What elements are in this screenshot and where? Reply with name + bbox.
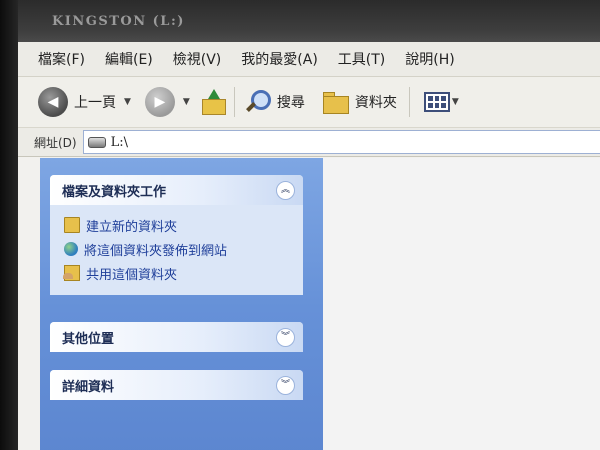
views-button[interactable]: ▼ <box>423 92 459 112</box>
explorer-window: KINGSTON (L:) 檔案(F) 編輯(E) 檢視(V) 我的最愛(A) … <box>18 0 600 450</box>
menu-file[interactable]: 檔案(F) <box>38 49 85 69</box>
menu-edit[interactable]: 編輯(E) <box>105 49 153 69</box>
details-title: 詳細資料 <box>62 379 115 395</box>
menu-view[interactable]: 檢視(V) <box>173 49 222 69</box>
details-panel: 詳細資料 ︾ <box>50 370 303 400</box>
back-button[interactable]: ◀ 上一頁 <box>38 87 116 117</box>
address-bar: 網址(D) L:\ <box>18 128 600 157</box>
menu-bar: 檔案(F) 編輯(E) 檢視(V) 我的最愛(A) 工具(T) 說明(H) <box>18 42 600 77</box>
expand-icon[interactable]: ︾ <box>276 327 295 347</box>
other-places-header[interactable]: 其他位置 ︾ <box>50 322 303 352</box>
toolbar-separator <box>233 87 235 117</box>
task-publish-web-label: 將這個資料夾發佈到網站 <box>84 243 228 259</box>
title-bar[interactable]: KINGSTON (L:) <box>18 0 600 42</box>
views-dropdown-icon: ▼ <box>451 97 459 107</box>
forward-dropdown-icon[interactable]: ▼ <box>183 97 190 107</box>
monitor-bezel <box>0 0 18 450</box>
file-folder-tasks-body: 建立新的資料夾 將這個資料夾發佈到網站 共用這個資料夾 <box>50 205 303 295</box>
file-folder-tasks-header[interactable]: 檔案及資料夾工作 ︽ <box>50 175 303 205</box>
search-icon <box>243 88 271 116</box>
window-title: KINGSTON (L:) <box>52 14 185 29</box>
task-pane: 檔案及資料夾工作 ︽ 建立新的資料夾 將這個資料夾發佈到網站 共用這個資料夾 其… <box>40 158 323 450</box>
share-folder-icon <box>63 265 80 281</box>
folders-button-label: 資料夾 <box>354 95 397 111</box>
toolbar-separator <box>408 87 410 117</box>
views-icon <box>423 92 450 112</box>
menu-favorites[interactable]: 我的最愛(A) <box>241 49 318 69</box>
search-button-label: 搜尋 <box>276 95 305 111</box>
folders-icon <box>322 91 349 114</box>
back-dropdown-icon[interactable]: ▼ <box>124 97 131 107</box>
file-folder-tasks-title: 檔案及資料夾工作 <box>62 184 167 200</box>
folders-button[interactable]: 資料夾 <box>322 91 397 114</box>
task-share-folder-label: 共用這個資料夾 <box>86 267 178 283</box>
toolbar: ◀ 上一頁 ▼ ▶ ▼ 搜尋 資料夾 ▼ <box>18 77 600 128</box>
address-field[interactable]: L:\ <box>82 130 600 154</box>
file-list-area[interactable] <box>323 158 600 450</box>
menu-tools[interactable]: 工具(T) <box>338 49 385 69</box>
details-header[interactable]: 詳細資料 ︾ <box>50 370 303 400</box>
other-places-panel: 其他位置 ︾ <box>50 322 303 352</box>
other-places-title: 其他位置 <box>62 331 115 347</box>
drive-icon <box>87 136 106 148</box>
back-button-label: 上一頁 <box>74 95 116 111</box>
task-share-folder[interactable]: 共用這個資料夾 <box>63 261 293 285</box>
new-folder-icon <box>64 217 80 233</box>
back-arrow-icon: ◀ <box>38 87 68 117</box>
forward-arrow-icon: ▶ <box>144 87 175 117</box>
up-folder-button[interactable] <box>200 89 226 115</box>
task-publish-web[interactable]: 將這個資料夾發佈到網站 <box>64 237 293 261</box>
address-value: L:\ <box>110 134 129 150</box>
menu-help[interactable]: 說明(H) <box>405 49 454 69</box>
task-new-folder-label: 建立新的資料夾 <box>86 219 178 235</box>
task-new-folder[interactable]: 建立新的資料夾 <box>64 213 293 237</box>
globe-icon <box>64 242 78 256</box>
forward-button[interactable]: ▶ <box>144 87 175 117</box>
up-folder-icon <box>200 89 226 115</box>
file-folder-tasks-panel: 檔案及資料夾工作 ︽ 建立新的資料夾 將這個資料夾發佈到網站 共用這個資料夾 <box>50 175 303 295</box>
collapse-icon[interactable]: ︽ <box>276 180 295 200</box>
expand-icon[interactable]: ︾ <box>276 375 295 395</box>
address-label: 網址(D) <box>34 135 77 150</box>
search-button[interactable]: 搜尋 <box>243 88 305 116</box>
